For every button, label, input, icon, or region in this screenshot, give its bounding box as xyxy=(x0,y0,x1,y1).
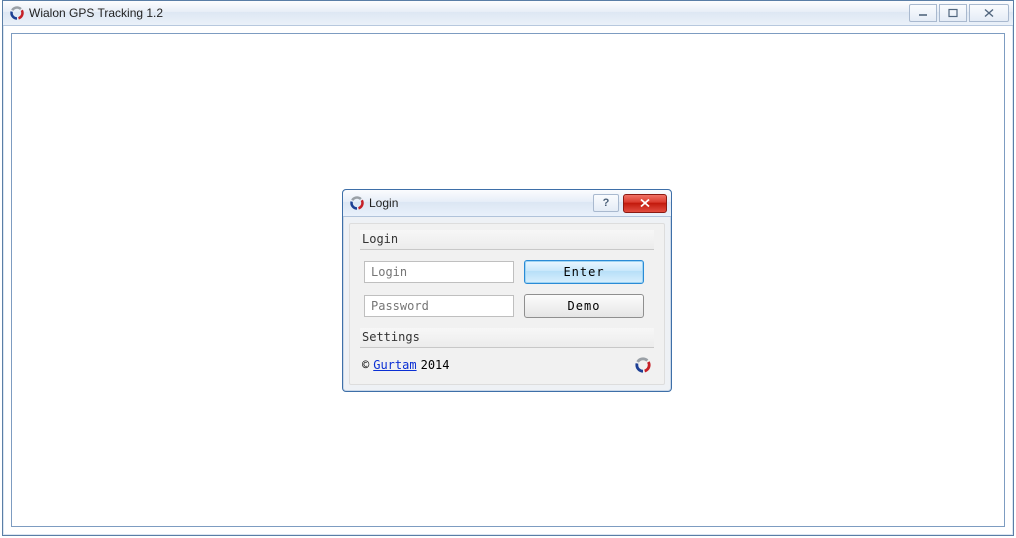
window-controls xyxy=(909,4,1009,22)
app-window: Wialon GPS Tracking 1.2 xyxy=(2,0,1014,536)
login-dialog: Login ? Login Enter xyxy=(342,189,672,392)
minimize-button[interactable] xyxy=(909,4,937,22)
dialog-close-button[interactable] xyxy=(623,194,667,213)
login-input[interactable] xyxy=(364,261,514,283)
login-row: Enter xyxy=(360,260,654,284)
app-title: Wialon GPS Tracking 1.2 xyxy=(25,6,909,20)
dialog-footer: © Gurtam 2014 xyxy=(360,356,654,376)
close-button[interactable] xyxy=(969,4,1009,22)
password-input[interactable] xyxy=(364,295,514,317)
copyright-symbol: © xyxy=(362,358,369,372)
settings-section-header[interactable]: Settings xyxy=(360,328,654,348)
enter-button[interactable]: Enter xyxy=(524,260,644,284)
demo-button[interactable]: Demo xyxy=(524,294,644,318)
dialog-title: Login xyxy=(365,196,593,210)
gurtam-link[interactable]: Gurtam xyxy=(373,358,416,372)
login-section-header[interactable]: Login xyxy=(360,230,654,250)
app-logo-icon xyxy=(9,5,25,21)
password-row: Demo xyxy=(360,294,654,318)
dialog-body: Login Enter Demo Settings © Gurtam 2014 xyxy=(349,223,665,385)
help-icon: ? xyxy=(603,197,610,209)
dialog-logo-icon xyxy=(349,195,365,211)
dialog-titlebar[interactable]: Login ? xyxy=(343,190,671,217)
maximize-button[interactable] xyxy=(939,4,967,22)
app-titlebar[interactable]: Wialon GPS Tracking 1.2 xyxy=(3,1,1013,26)
help-button[interactable]: ? xyxy=(593,194,619,212)
copyright-year: 2014 xyxy=(421,358,450,372)
footer-logo-icon xyxy=(634,356,652,374)
close-icon xyxy=(639,198,651,208)
app-client-area: Login ? Login Enter xyxy=(11,33,1005,527)
